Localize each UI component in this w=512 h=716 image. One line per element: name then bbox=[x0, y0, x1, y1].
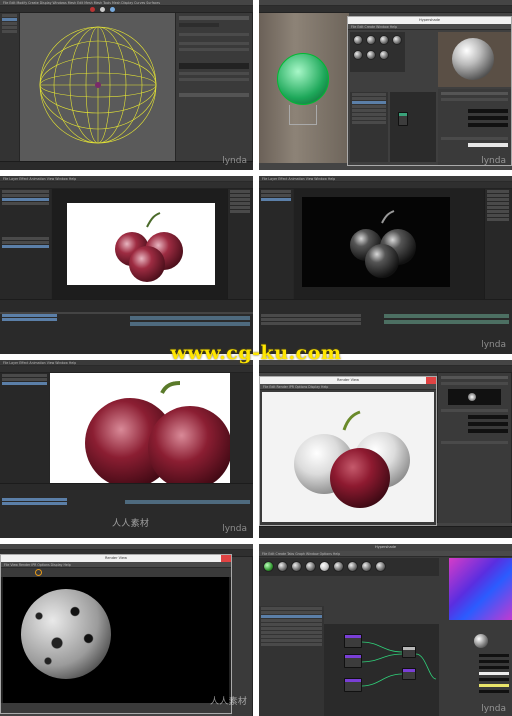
grapes-closeup-icon bbox=[85, 381, 230, 483]
composition-viewer[interactable] bbox=[294, 189, 484, 299]
node-list[interactable] bbox=[259, 606, 324, 716]
light-icon[interactable] bbox=[110, 7, 115, 12]
project-panel[interactable] bbox=[259, 189, 294, 299]
toolbar[interactable] bbox=[0, 182, 253, 189]
panel-maya-wireframe: File Edit Modify Create Display Windows … bbox=[0, 0, 253, 170]
node-editor[interactable] bbox=[324, 624, 439, 716]
texture-preview bbox=[449, 558, 512, 620]
viewport-glass-sphere[interactable] bbox=[259, 13, 349, 163]
timeline[interactable] bbox=[0, 483, 253, 538]
dialog-menu[interactable]: File Edit Render IPR Options Display Hel… bbox=[260, 384, 436, 390]
close-icon[interactable] bbox=[426, 377, 436, 384]
property-editor[interactable] bbox=[439, 624, 512, 716]
shelf-toolbar[interactable] bbox=[259, 6, 512, 13]
effects-panel[interactable] bbox=[484, 189, 512, 299]
attribute-editor[interactable] bbox=[175, 13, 253, 161]
grapes-image-icon bbox=[115, 212, 183, 282]
site-watermark: www.cg-ku.com bbox=[170, 342, 342, 364]
material-swatches[interactable] bbox=[350, 32, 405, 72]
lynda-watermark: lynda bbox=[222, 524, 247, 534]
ipr-icon[interactable] bbox=[35, 569, 42, 576]
granite-sphere-icon bbox=[21, 589, 111, 679]
grapes-bw-image-icon bbox=[350, 210, 416, 278]
shader-node[interactable] bbox=[344, 654, 362, 668]
time-slider[interactable] bbox=[0, 161, 253, 170]
node-editor[interactable] bbox=[390, 92, 436, 162]
grapes-render-icon bbox=[294, 410, 410, 508]
time-slider[interactable] bbox=[259, 526, 512, 538]
panel-hypershade-material: Hypershade File Edit Create Window Help bbox=[259, 0, 512, 170]
shader-node[interactable] bbox=[402, 646, 416, 658]
cn-watermark: 人人素材 bbox=[210, 697, 248, 707]
cn-watermark: 人人素材 bbox=[112, 519, 150, 529]
attribute-editor[interactable] bbox=[437, 373, 512, 523]
panel-render-view-granite: Render View File View Render IPR Options… bbox=[0, 544, 253, 716]
material-preview bbox=[438, 32, 511, 87]
outliner[interactable] bbox=[0, 13, 20, 161]
shader-node[interactable] bbox=[344, 678, 362, 692]
project-panel[interactable] bbox=[0, 189, 52, 299]
record-icon[interactable] bbox=[90, 7, 95, 12]
shelf-toolbar[interactable] bbox=[0, 6, 253, 13]
dialog-title: Hypershade bbox=[348, 17, 511, 24]
material-swatches[interactable] bbox=[259, 558, 439, 576]
property-editor[interactable] bbox=[438, 89, 511, 165]
sphere-icon[interactable] bbox=[100, 7, 105, 12]
lynda-watermark: lynda bbox=[222, 156, 247, 166]
render-view-dialog: Render View File View Render IPR Options… bbox=[0, 554, 232, 714]
panel-render-view-grapes: Render View File Edit Render IPR Options… bbox=[259, 360, 512, 538]
dialog-menu[interactable]: File Edit Create Window Help bbox=[348, 24, 511, 30]
dialog-title: Render View bbox=[260, 377, 436, 384]
composition-viewer[interactable] bbox=[52, 189, 227, 299]
panel-grape-bw: File Layer Effect Animation View Window … bbox=[259, 176, 512, 354]
node-list[interactable] bbox=[350, 92, 388, 162]
dialog-menu[interactable]: File Edit Create Tabs Graph Window Optio… bbox=[259, 551, 512, 557]
attribute-editor[interactable] bbox=[232, 557, 253, 716]
perspective-viewport[interactable] bbox=[20, 13, 175, 161]
shader-node[interactable] bbox=[402, 668, 416, 680]
toolbar[interactable] bbox=[259, 182, 512, 189]
render-view-dialog: Render View File Edit Render IPR Options… bbox=[259, 376, 437, 526]
composition-viewer[interactable] bbox=[50, 373, 230, 483]
panel-grape-color: File Layer Effect Animation View Window … bbox=[0, 176, 253, 354]
screenshot-collage: { "watermark": { "center": "www.cg-ku.co… bbox=[0, 0, 512, 716]
wireframe-sphere-icon bbox=[39, 26, 157, 144]
panel-hypershade-graph: Hypershade File Edit Create Tabs Graph W… bbox=[259, 544, 512, 716]
toolbar[interactable] bbox=[0, 366, 253, 373]
project-panel[interactable] bbox=[0, 373, 50, 483]
effects-panel[interactable] bbox=[227, 189, 253, 299]
panel-grape-closeup: File Layer Effect Animation View Window … bbox=[0, 360, 253, 538]
node-connections bbox=[361, 641, 437, 687]
dialog-title: Render View bbox=[1, 555, 231, 562]
hypershade-dialog: Hypershade File Edit Create Window Help bbox=[347, 16, 512, 166]
dialog-title: Hypershade bbox=[259, 544, 512, 551]
render-toolbar[interactable] bbox=[1, 568, 231, 577]
lynda-watermark: lynda bbox=[481, 704, 506, 714]
green-wire-sphere-icon bbox=[277, 53, 329, 105]
swatch-icon bbox=[474, 634, 488, 648]
lynda-watermark: lynda bbox=[481, 156, 506, 166]
effects-panel[interactable] bbox=[230, 373, 253, 483]
render-image[interactable] bbox=[262, 392, 434, 522]
render-image[interactable] bbox=[3, 577, 229, 705]
close-icon[interactable] bbox=[221, 555, 231, 562]
shader-node[interactable] bbox=[344, 634, 362, 648]
shelf-toolbar[interactable] bbox=[259, 366, 512, 373]
